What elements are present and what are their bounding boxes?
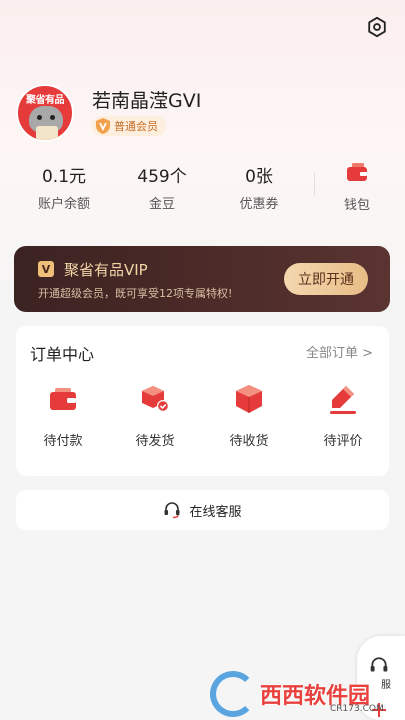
mug-illustration (36, 126, 58, 140)
order-pending-payment-label: 待付款 (43, 434, 83, 449)
stat-gold-beans-label: 金豆 (148, 197, 175, 212)
stat-gold-beans[interactable]: 459个 金豆 (117, 162, 207, 212)
online-service-label: 在线客服 (189, 504, 242, 520)
vip-badge-icon: V (38, 261, 54, 277)
order-pending-review-label: 待评价 (323, 434, 363, 449)
watermark-subtext: CR173.COM (330, 704, 384, 714)
wallet-label: 钱包 (343, 198, 370, 213)
order-pending-shipment-label: 待发货 (135, 434, 175, 449)
order-pending-payment[interactable]: 待付款 (28, 382, 98, 449)
order-pending-shipment[interactable]: 待发货 (120, 382, 190, 449)
wallet-icon (347, 163, 367, 181)
watermark-logo-icon (210, 671, 256, 717)
stats-divider (314, 172, 315, 196)
gear-icon (368, 16, 386, 38)
vip-title: 聚省有品VIP (64, 261, 148, 279)
vip-description: 开通超级会员，既可享受12项专属特权! (38, 287, 233, 300)
avatar[interactable]: 聚省有品 (16, 84, 74, 142)
headset-icon (164, 502, 180, 519)
order-center: 订单中心 全部订单 > 待付款 待发货 待收货 待评价 (16, 326, 389, 476)
avatar-brand-text: 聚省有品 (26, 95, 65, 106)
member-level-badge[interactable]: 普通会员 (92, 116, 166, 136)
stat-coupons-value: 0张 (245, 167, 273, 187)
box-icon (236, 385, 262, 413)
member-level-label: 普通会员 (114, 120, 158, 133)
order-center-title: 订单中心 (30, 345, 95, 364)
vip-banner[interactable]: V 聚省有品VIP 开通超级会员，既可享受12项专属特权! 立即开通 (14, 246, 390, 312)
settings-button[interactable] (364, 14, 390, 40)
stat-coupons[interactable]: 0张 优惠券 (214, 162, 304, 212)
open-vip-button[interactable]: 立即开通 (284, 263, 368, 295)
package-check-icon (142, 386, 169, 412)
order-pending-review[interactable]: 待评价 (308, 382, 378, 449)
watermark: 西西软件园 CR173.COM (210, 668, 390, 720)
order-pending-receipt-label: 待收货 (229, 434, 269, 449)
online-service-button[interactable]: 在线客服 (16, 490, 389, 530)
pen-icon (330, 386, 356, 414)
wallet-icon (50, 388, 76, 410)
stat-coupons-label: 优惠券 (239, 197, 279, 212)
all-orders-link[interactable]: 全部订单 > (306, 342, 373, 361)
vip-shield-icon (96, 118, 110, 134)
stat-balance-label: 账户余额 (37, 197, 90, 212)
order-pending-receipt[interactable]: 待收货 (214, 382, 284, 449)
stat-gold-beans-value: 459个 (137, 167, 187, 187)
stat-balance-value: 0.1元 (41, 167, 87, 187)
username: 若南晶滢GVI (92, 90, 202, 112)
stat-balance[interactable]: 0.1元 账户余额 (19, 162, 109, 212)
wallet-button[interactable]: 钱包 (330, 162, 384, 213)
